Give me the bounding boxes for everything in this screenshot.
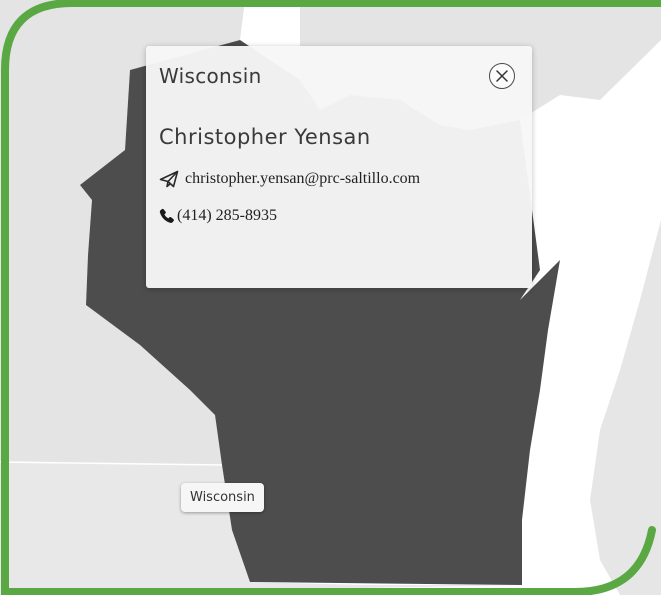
phone-row: (414) 285-8935 [159, 207, 277, 225]
close-button[interactable] [489, 63, 515, 89]
map-frame: Wisconsin Christopher Yensan christopher… [0, 0, 661, 595]
info-popup: Wisconsin Christopher Yensan christopher… [146, 46, 532, 288]
contact-name: Christopher Yensan [159, 125, 371, 149]
paper-plane-icon [159, 170, 179, 188]
region-label[interactable]: Wisconsin [181, 483, 264, 512]
popup-title: Wisconsin [159, 64, 262, 88]
email-link[interactable]: christopher.yensan@prc-saltillo.com [185, 170, 420, 188]
close-icon [496, 70, 508, 82]
email-row: christopher.yensan@prc-saltillo.com [159, 170, 420, 188]
phone-icon [159, 208, 175, 224]
phone-link[interactable]: (414) 285-8935 [177, 207, 277, 225]
